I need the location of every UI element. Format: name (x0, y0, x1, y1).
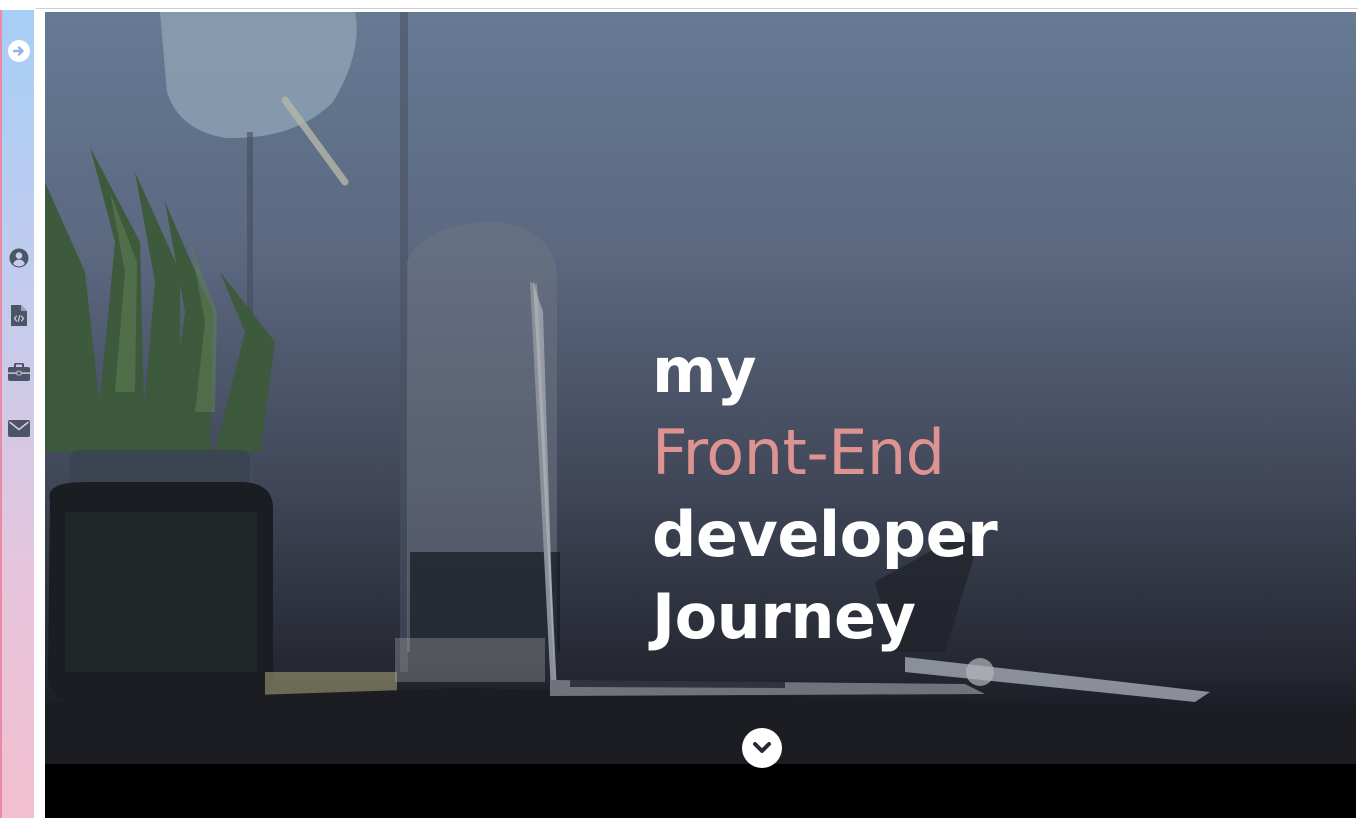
sidebar (0, 10, 34, 818)
sidebar-item-contact[interactable] (8, 417, 30, 439)
user-circle-icon (9, 248, 29, 268)
sidebar-item-about[interactable] (8, 247, 30, 269)
sidebar-item-portfolio[interactable] (8, 361, 30, 383)
hero-bottom-band (45, 764, 1356, 818)
page: my Front-End developer Journey (0, 0, 1366, 818)
hero-title-line-front-end: Front-End (652, 416, 945, 489)
top-divider (36, 8, 1358, 9)
hero-title: my Front-End developer Journey (652, 330, 998, 658)
code-file-icon (11, 304, 27, 326)
arrow-right-circle-icon (12, 46, 24, 56)
envelope-icon (8, 419, 30, 437)
hero-section: my Front-End developer Journey (45, 12, 1356, 818)
scroll-down-button[interactable] (742, 728, 782, 768)
hero-title-line-developer: developer (652, 498, 998, 571)
hero-title-line-my: my (652, 334, 757, 407)
briefcase-icon (8, 363, 30, 381)
chevron-down-icon (753, 742, 771, 753)
hero-title-line-journey: Journey (652, 580, 916, 653)
sidebar-toggle-button[interactable] (8, 40, 30, 62)
sidebar-item-skills[interactable] (8, 304, 30, 326)
